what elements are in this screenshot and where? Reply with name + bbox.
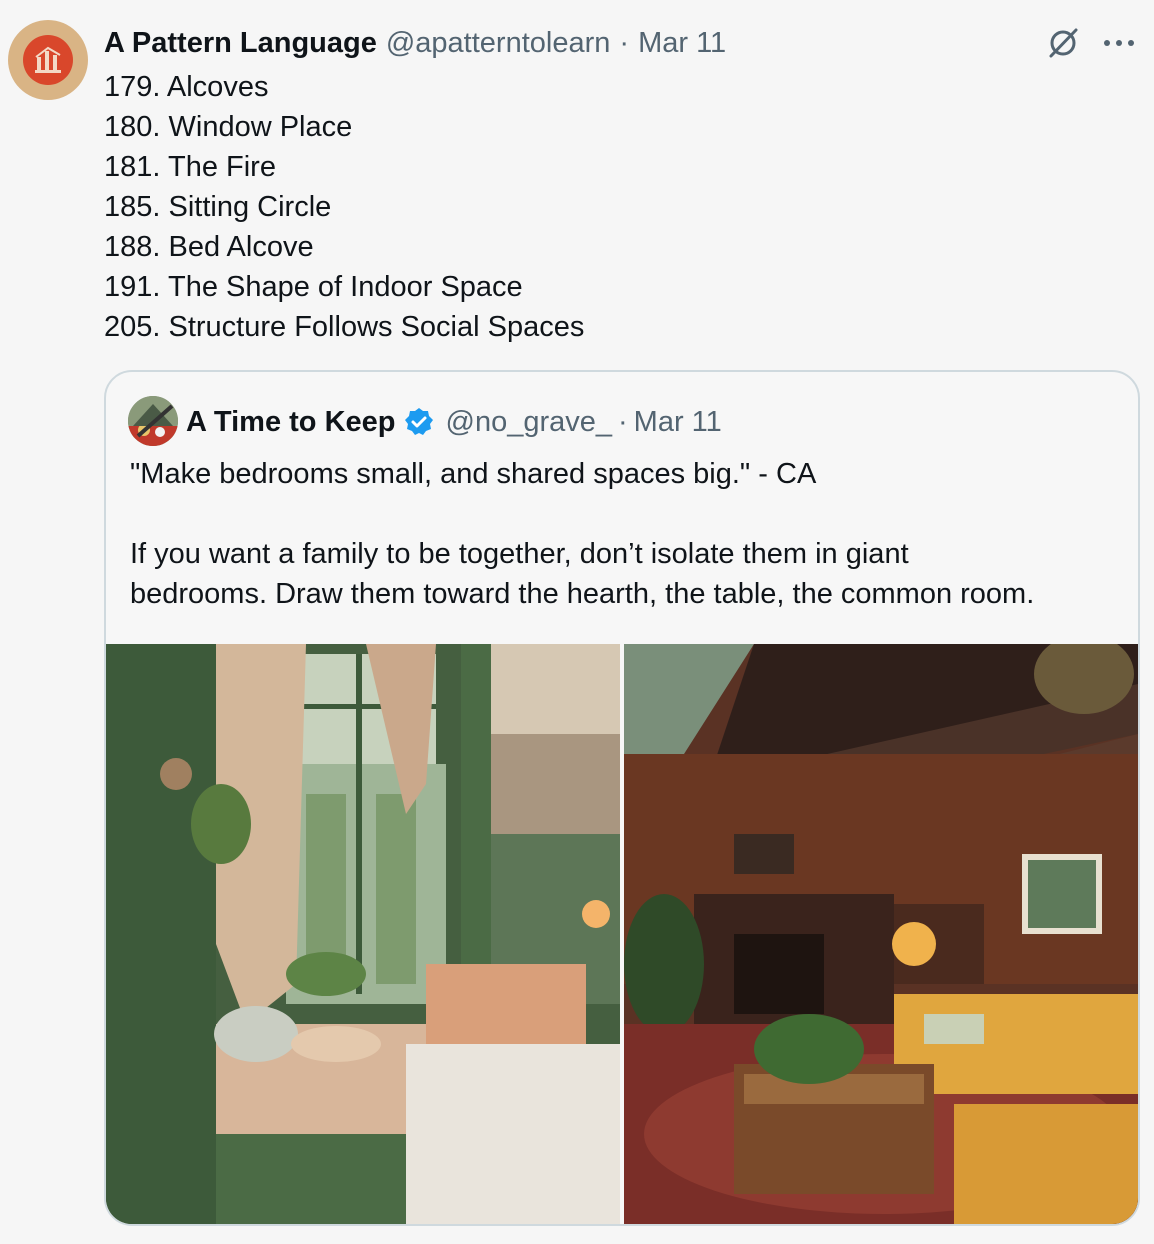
quoted-author-avatar[interactable]	[128, 396, 178, 446]
tweet-date[interactable]: Mar 11	[638, 27, 726, 60]
author-name[interactable]: A Pattern Language	[104, 27, 377, 60]
pattern-line: 181. The Fire	[104, 151, 276, 183]
author-avatar[interactable]	[8, 20, 88, 100]
green-bedroom-alcove-photo[interactable]	[106, 644, 620, 1224]
quoted-tweet-text: "Make bedrooms small, and shared spaces …	[130, 454, 1120, 614]
pattern-line: 188. Bed Alcove	[104, 231, 314, 263]
verified-badge-icon	[404, 407, 434, 437]
quoted-tweet-header: A Time to Keep @no_grave_ · Mar 11	[186, 402, 722, 442]
tweet-text: 179. Alcoves 180. Window Place 181. The …	[104, 67, 584, 347]
body-line: bedrooms. Draw them toward the hearth, t…	[130, 578, 1035, 610]
tweet-header: A Pattern Language @apatterntolearn · Ma…	[104, 24, 726, 62]
wood-paneled-living-room-photo[interactable]	[624, 644, 1138, 1224]
pattern-language-logo-icon	[23, 35, 73, 85]
quoted-author-handle[interactable]: @no_grave_	[446, 406, 613, 439]
pattern-line: 179. Alcoves	[104, 71, 269, 103]
more-icon[interactable]	[1102, 38, 1136, 48]
body-line: If you want a family to be together, don…	[130, 538, 909, 570]
pattern-line: 180. Window Place	[104, 111, 353, 143]
quoted-tweet-date[interactable]: Mar 11	[634, 406, 722, 439]
separator-dot: ·	[619, 26, 630, 59]
pattern-line: 205. Structure Follows Social Spaces	[104, 311, 585, 343]
pattern-line: 185. Sitting Circle	[104, 191, 332, 223]
quoted-author-name[interactable]: A Time to Keep	[186, 406, 396, 439]
quoted-media	[106, 644, 1138, 1224]
tweet-actions	[1046, 26, 1136, 60]
grok-icon[interactable]	[1046, 26, 1080, 60]
pattern-line: 191. The Shape of Indoor Space	[104, 271, 523, 303]
author-handle[interactable]: @apatterntolearn	[386, 27, 611, 60]
quoted-tweet-card[interactable]: A Time to Keep @no_grave_ · Mar 11 "Make…	[104, 370, 1140, 1226]
separator-dot: ·	[618, 405, 628, 438]
quote-line: "Make bedrooms small, and shared spaces …	[130, 458, 817, 490]
